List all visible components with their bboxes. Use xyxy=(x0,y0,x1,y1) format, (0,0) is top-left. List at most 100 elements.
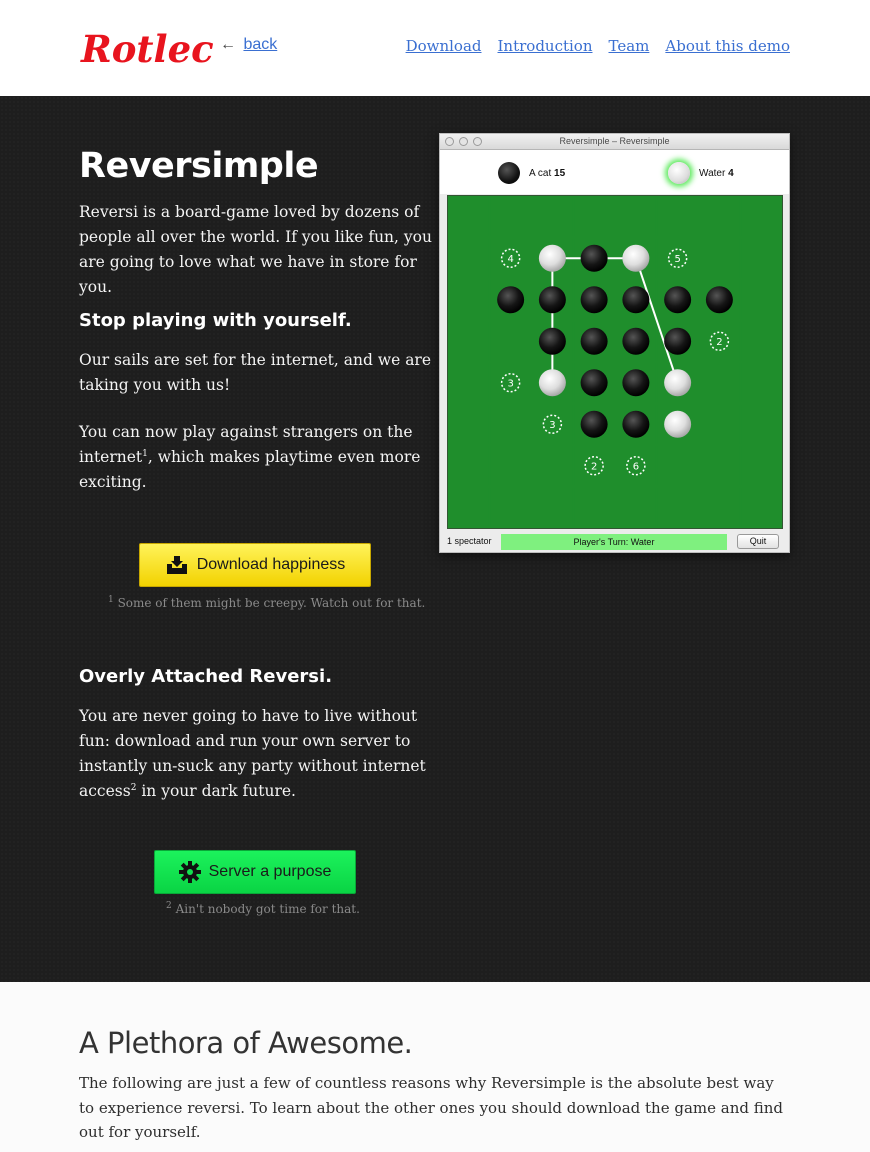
board-cell[interactable] xyxy=(699,197,740,237)
board-cell[interactable] xyxy=(741,404,781,445)
player2-name: Water xyxy=(699,167,726,179)
black-piece xyxy=(580,327,608,355)
players-bar: A cat 15 Water 4 xyxy=(440,150,789,194)
window-titlebar: Reversimple – Reversimple xyxy=(440,134,789,150)
board-cell[interactable] xyxy=(449,321,489,362)
board-cell[interactable] xyxy=(616,197,656,237)
black-piece xyxy=(580,244,608,272)
svg-text:4: 4 xyxy=(507,254,513,265)
back-link-wrap: ← back xyxy=(220,36,277,54)
black-piece xyxy=(497,286,525,314)
nav-about[interactable]: About this demo xyxy=(665,37,790,55)
board-cell[interactable] xyxy=(741,363,781,403)
nav-team[interactable]: Team xyxy=(609,37,650,55)
board-cell[interactable] xyxy=(741,487,781,528)
white-piece xyxy=(664,410,692,438)
download-tray-icon xyxy=(166,556,187,574)
download-button[interactable]: Download happiness xyxy=(139,543,371,587)
board-cell[interactable] xyxy=(449,197,489,237)
board-cell[interactable] xyxy=(699,487,740,528)
white-piece xyxy=(664,369,692,397)
board-cell[interactable] xyxy=(490,487,531,528)
spectator-count: 1 spectator xyxy=(447,536,492,546)
black-piece xyxy=(580,410,608,438)
footnote-2: 2 Ain't nobody got time for that. xyxy=(166,901,360,917)
black-piece xyxy=(580,369,608,397)
board-cell[interactable] xyxy=(741,280,781,320)
board-cell[interactable] xyxy=(490,321,531,362)
black-piece xyxy=(538,286,566,314)
board-cell[interactable] xyxy=(574,197,614,237)
board-cell[interactable] xyxy=(574,487,614,528)
black-piece xyxy=(622,369,650,397)
board-cell[interactable] xyxy=(741,446,781,486)
server-button[interactable]: Server a purpose xyxy=(154,850,356,894)
board-cell[interactable] xyxy=(616,487,656,528)
board-cell[interactable] xyxy=(532,446,573,486)
black-piece xyxy=(622,410,650,438)
game-window: Reversimple – Reversimple A cat 15 Water… xyxy=(439,133,790,553)
board-canvas[interactable]: 4 5 2 3 3 2 6 xyxy=(448,196,782,528)
board-cell[interactable] xyxy=(741,321,781,362)
player1-name: A cat xyxy=(529,167,552,179)
board-cell[interactable] xyxy=(741,197,781,237)
black-piece xyxy=(705,286,733,314)
quit-button[interactable]: Quit xyxy=(737,534,779,549)
board-cell[interactable] xyxy=(657,197,698,237)
board-cell[interactable] xyxy=(490,404,531,445)
section1-paragraph2: You can now play against strangers on th… xyxy=(79,423,421,491)
svg-text:2: 2 xyxy=(716,337,722,348)
board-cell[interactable] xyxy=(449,404,489,445)
board-cell[interactable] xyxy=(699,446,740,486)
board-cell[interactable] xyxy=(657,446,698,486)
black-piece-icon xyxy=(498,162,520,184)
board-cell[interactable] xyxy=(490,197,531,237)
svg-text:Rotlech: Rotlech xyxy=(80,27,213,71)
board-cell[interactable] xyxy=(699,404,740,445)
svg-text:3: 3 xyxy=(507,378,513,389)
hero-section: Reversimple Reversi is a board-game love… xyxy=(0,96,870,982)
download-button-label: Download happiness xyxy=(196,556,346,573)
board-cell[interactable] xyxy=(449,280,489,320)
player2-score: 4 xyxy=(728,167,734,179)
game-board[interactable]: 4 5 2 3 3 2 6 xyxy=(447,195,783,529)
back-link[interactable]: back xyxy=(243,36,277,53)
nav-introduction[interactable]: Introduction xyxy=(498,37,593,55)
hero-intro: Reversi is a board-game loved by dozens … xyxy=(79,203,432,296)
site-header: Rotlech ← back Download Introduction Tea… xyxy=(0,0,870,96)
section1-heading: Stop playing with yourself. xyxy=(79,310,352,331)
window-title: Reversimple – Reversimple xyxy=(559,136,670,146)
rotlech-logo[interactable]: Rotlech xyxy=(79,24,213,74)
board-cell[interactable] xyxy=(449,363,489,403)
board-cell[interactable] xyxy=(532,487,573,528)
features-text: The following are just a few of countles… xyxy=(79,1074,783,1141)
board-cell[interactable] xyxy=(449,238,489,279)
white-piece xyxy=(538,244,566,272)
footnote-1: 1 Some of them might be creepy. Watch ou… xyxy=(108,595,426,611)
features-heading: A Plethora of Awesome. xyxy=(79,1026,413,1060)
hero-title: Reversimple xyxy=(79,146,319,186)
black-piece xyxy=(664,286,692,314)
white-piece-icon xyxy=(668,162,690,184)
black-piece xyxy=(622,286,650,314)
features-section: A Plethora of Awesome. The following are… xyxy=(0,982,870,1152)
gear-icon xyxy=(178,861,201,883)
black-piece xyxy=(664,327,692,355)
board-cell[interactable] xyxy=(532,197,573,237)
board-cell[interactable] xyxy=(449,446,489,486)
board-cell[interactable] xyxy=(699,238,740,279)
white-piece xyxy=(538,369,566,397)
main-nav: Download Introduction Team About this de… xyxy=(406,37,790,55)
status-bar: 1 spectator Player's Turn: Water Quit xyxy=(440,531,791,553)
back-arrow-icon: ← xyxy=(220,36,236,53)
black-piece xyxy=(622,327,650,355)
board-cell[interactable] xyxy=(741,238,781,279)
board-cell[interactable] xyxy=(490,446,531,486)
board-cell[interactable] xyxy=(699,363,740,403)
black-piece xyxy=(538,327,566,355)
server-button-label: Server a purpose xyxy=(208,863,332,880)
nav-download[interactable]: Download xyxy=(406,37,482,55)
svg-text:6: 6 xyxy=(633,461,639,472)
board-cell[interactable] xyxy=(657,487,698,528)
board-cell[interactable] xyxy=(449,487,489,528)
